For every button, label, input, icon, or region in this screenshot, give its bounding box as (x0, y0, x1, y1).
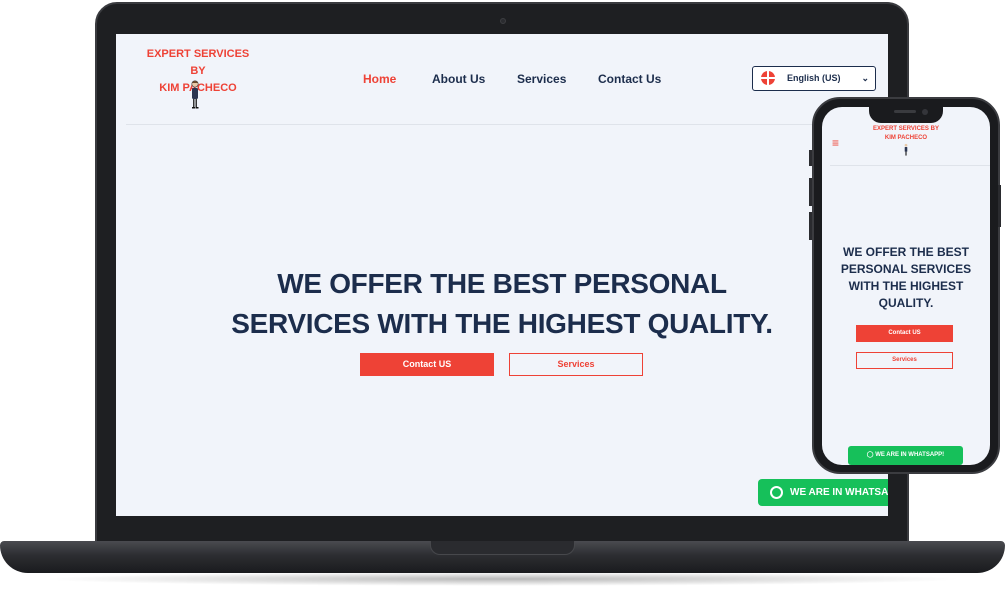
mobile-hero-line-4: QUALITY. (878, 296, 934, 310)
logo-text-line1: EXPERT SERVICES BY (146, 48, 250, 77)
mobile-logo-line2: KIM PACHECO (884, 135, 928, 141)
mobile-site-logo[interactable]: EXPERT SERVICES BY KIM PACHECO (868, 125, 944, 143)
nav-home[interactable]: Home (363, 72, 396, 86)
phone-power-button (998, 185, 1001, 227)
nav-contact-us[interactable]: Contact Us (598, 72, 661, 86)
logo-person-figure (191, 80, 199, 109)
whatsapp-label: WE ARE IN WHATSAPP (790, 487, 888, 498)
contact-us-button[interactable]: Contact US (360, 353, 494, 376)
mobile-logo-person-figure (904, 143, 908, 156)
mobile-hero-line-3: WITH THE HIGHEST (848, 279, 964, 293)
header-divider (126, 124, 888, 125)
nav-services[interactable]: Services (517, 72, 566, 86)
phone-speaker (894, 110, 916, 113)
nav-about-us[interactable]: About Us (432, 72, 485, 86)
phone-volume-down (809, 212, 812, 240)
mobile-hero-heading: WE OFFER THE BEST PERSONAL SERVICES WITH… (828, 244, 984, 312)
chevron-down-icon: ⌄ (861, 73, 869, 83)
globe-icon (761, 71, 775, 85)
phone-notch (869, 105, 943, 123)
laptop-shadow (40, 572, 965, 586)
mobile-contact-us-button[interactable]: Contact US (856, 325, 953, 342)
mobile-site: ≡ EXPERT SERVICES BY KIM PACHECO WE OFFE… (822, 107, 990, 465)
whatsapp-button[interactable]: WE ARE IN WHATSAPP (758, 479, 888, 506)
language-select[interactable]: English (US) ⌄ (752, 66, 876, 91)
whatsapp-icon (770, 486, 783, 499)
mobile-logo-line1: EXPERT SERVICES BY (873, 126, 939, 132)
language-selected-label: English (US) (787, 73, 841, 83)
mobile-whatsapp-label: WE ARE IN WHATSAPP! (875, 452, 945, 458)
services-button[interactable]: Services (509, 353, 643, 376)
phone-camera (922, 109, 928, 115)
hero-heading: WE OFFER THE BEST PERSONAL SERVICES WITH… (196, 264, 808, 344)
hamburger-menu-icon[interactable]: ≡ (832, 137, 839, 149)
hero-line-2: SERVICES WITH THE HIGHEST QUALITY. (231, 308, 773, 339)
laptop-camera (500, 18, 506, 24)
phone-side-button (809, 150, 812, 166)
hero-line-1: WE OFFER THE BEST PERSONAL (277, 268, 727, 299)
mobile-services-button[interactable]: Services (856, 352, 953, 369)
mobile-whatsapp-button[interactable]: ◯ WE ARE IN WHATSAPP! (848, 446, 963, 465)
desktop-site: EXPERT SERVICES BY KIM PACHECO Home Abou… (116, 34, 888, 516)
mobile-hero-line-1: WE OFFER THE BEST (843, 245, 969, 259)
mobile-header-divider (830, 165, 990, 166)
whatsapp-icon: ◯ (866, 452, 874, 458)
phone-volume-up (809, 178, 812, 206)
mobile-hero-line-2: PERSONAL SERVICES (840, 262, 972, 276)
laptop-hinge-notch (430, 541, 575, 555)
